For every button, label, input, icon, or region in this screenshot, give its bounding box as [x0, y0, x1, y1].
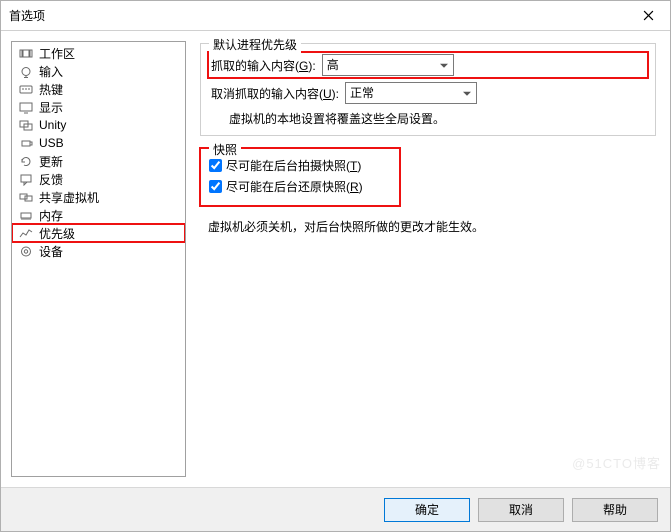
sidebar-item-label: Unity	[39, 118, 66, 132]
sidebar-item-label: 输入	[39, 63, 63, 80]
sidebar-item-unity[interactable]: Unity	[12, 116, 185, 134]
group-default-priority: 默认进程优先级 抓取的输入内容(G): 高 取消抓取的输入内容(U): 正常 虚…	[200, 43, 656, 136]
sidebar-item-usb[interactable]: USB	[12, 134, 185, 152]
sidebar-item-label: 反馈	[39, 171, 63, 188]
unity-icon	[18, 118, 34, 132]
devices-icon	[18, 244, 34, 258]
row-ungrabbed-priority: 取消抓取的输入内容(U): 正常	[211, 82, 645, 104]
label-ungrabbed: 取消抓取的输入内容(U):	[211, 85, 339, 102]
priority-icon	[18, 226, 34, 240]
sidebar-item-label: 共享虚拟机	[39, 189, 99, 206]
snapshot-note: 虚拟机必须关机，对后台快照所做的更改才能生效。	[208, 218, 656, 235]
help-button[interactable]: 帮助	[572, 498, 658, 522]
titlebar: 首选项	[1, 1, 670, 31]
input-icon	[18, 64, 34, 78]
sidebar-item-memory[interactable]: 内存	[12, 206, 185, 224]
select-ungrabbed-priority[interactable]: 正常	[345, 82, 477, 104]
sidebar-item-input[interactable]: 输入	[12, 62, 185, 80]
sidebar-item-workspace[interactable]: 工作区	[12, 44, 185, 62]
hotkey-icon	[18, 82, 34, 96]
sidebar-item-updates[interactable]: 更新	[12, 152, 185, 170]
dialog-footer: 确定 取消 帮助	[1, 487, 670, 531]
sidebar-item-shared-vm[interactable]: 共享虚拟机	[12, 188, 185, 206]
checkbox-bg-restore-snapshot[interactable]	[209, 180, 222, 193]
ok-button[interactable]: 确定	[384, 498, 470, 522]
sidebar-item-label: USB	[39, 136, 64, 150]
priority-note: 虚拟机的本地设置将覆盖这些全局设置。	[229, 110, 645, 127]
workspace-icon	[18, 46, 34, 60]
display-icon	[18, 100, 34, 114]
sidebar-item-hotkeys[interactable]: 热键	[12, 80, 185, 98]
group-legend-snapshot: 快照	[209, 141, 241, 158]
group-snapshot: 快照 尽可能在后台拍摄快照(T) 尽可能在后台还原快照(R)	[200, 148, 400, 206]
select-grabbed-priority[interactable]: 高	[322, 54, 454, 76]
preferences-dialog: 首选项 工作区 输入 热键 显示 Unity	[0, 0, 671, 532]
feedback-icon	[18, 172, 34, 186]
row-snapshot-take: 尽可能在后台拍摄快照(T)	[209, 157, 391, 174]
sidebar-item-devices[interactable]: 设备	[12, 242, 185, 260]
label-grabbed: 抓取的输入内容(G):	[211, 57, 316, 74]
sidebar-item-priority[interactable]: 优先级	[12, 224, 185, 242]
sidebar-item-label: 优先级	[39, 225, 75, 242]
checkbox-bg-take-snapshot[interactable]	[209, 159, 222, 172]
close-icon	[643, 10, 654, 21]
row-grabbed-priority: 抓取的输入内容(G): 高	[209, 53, 647, 77]
label-bg-restore: 尽可能在后台还原快照(R)	[226, 178, 363, 195]
sidebar-item-label: 内存	[39, 207, 63, 224]
sidebar-item-feedback[interactable]: 反馈	[12, 170, 185, 188]
category-sidebar[interactable]: 工作区 输入 热键 显示 Unity USB	[11, 41, 186, 477]
sidebar-item-label: 更新	[39, 153, 63, 170]
row-snapshot-restore: 尽可能在后台还原快照(R)	[209, 178, 391, 195]
label-bg-take: 尽可能在后台拍摄快照(T)	[226, 157, 361, 174]
dialog-body: 工作区 输入 热键 显示 Unity USB	[1, 31, 670, 487]
shared-vm-icon	[18, 190, 34, 204]
cancel-button[interactable]: 取消	[478, 498, 564, 522]
memory-icon	[18, 208, 34, 222]
updates-icon	[18, 154, 34, 168]
group-legend-priority: 默认进程优先级	[209, 36, 301, 53]
sidebar-item-label: 工作区	[39, 45, 75, 62]
settings-content: 默认进程优先级 抓取的输入内容(G): 高 取消抓取的输入内容(U): 正常 虚…	[194, 41, 660, 477]
usb-icon	[18, 136, 34, 150]
sidebar-item-label: 热键	[39, 81, 63, 98]
sidebar-item-label: 显示	[39, 99, 63, 116]
close-button[interactable]	[626, 1, 670, 31]
sidebar-item-display[interactable]: 显示	[12, 98, 185, 116]
sidebar-item-label: 设备	[39, 243, 63, 260]
window-title: 首选项	[9, 7, 626, 24]
